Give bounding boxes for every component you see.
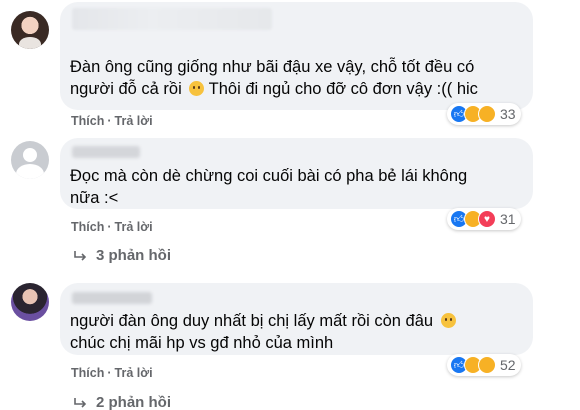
commenter-name-blurred[interactable] <box>72 292 152 304</box>
reply-arrow-icon <box>74 250 87 261</box>
comment-text: Đàn ông cũng giống như bãi đậu xe vậy, c… <box>70 58 478 98</box>
comment-actions: Thích · Trả lời <box>71 366 153 380</box>
reaction-summary[interactable]: 👍︎ 52 <box>447 354 521 376</box>
view-replies-link[interactable]: 3 phản hồi <box>73 247 171 264</box>
comment-text: người đàn ông duy nhất bị chị lấy mất rồ… <box>70 310 521 354</box>
commenter-name-blurred[interactable] <box>72 146 140 158</box>
love-reaction-icon: ♥ <box>478 210 496 228</box>
reply-arrow-icon <box>74 397 87 408</box>
comment-bubble: Đọc mà còn dè chừng coi cuối bài có pha … <box>60 138 533 209</box>
relieved-face-emoji-icon <box>440 313 456 328</box>
like-link[interactable]: Thích <box>71 366 104 380</box>
commenter-avatar[interactable] <box>11 141 49 179</box>
commenter-avatar[interactable] <box>11 11 49 49</box>
comment-bubble: Đàn ông cũng giống như bãi đậu xe vậy, c… <box>60 2 533 110</box>
reaction-count: 31 <box>500 211 516 227</box>
reaction-count: 33 <box>500 106 516 122</box>
comment-actions: Thích · Trả lời <box>71 220 153 234</box>
like-link[interactable]: Thích <box>71 220 104 234</box>
comment-bubble: người đàn ông duy nhất bị chị lấy mất rồ… <box>60 283 533 355</box>
reaction-summary[interactable]: 👍︎ 33 <box>447 103 521 125</box>
sad-face-emoji-icon <box>189 81 205 96</box>
reply-link[interactable]: Trả lời <box>115 220 153 234</box>
wow-reaction-icon <box>478 356 496 374</box>
sad-reaction-icon <box>478 105 496 123</box>
commenter-name-blurred[interactable] <box>72 8 272 30</box>
reply-link[interactable]: Trả lời <box>115 366 153 380</box>
like-link[interactable]: Thích <box>71 114 104 128</box>
commenter-avatar[interactable] <box>11 283 49 321</box>
view-replies-link[interactable]: 2 phản hồi <box>73 394 171 410</box>
reaction-count: 52 <box>500 357 516 373</box>
comment-text: Đọc mà còn dè chừng coi cuối bài có pha … <box>70 167 468 207</box>
comment-actions: Thích · Trả lời <box>71 114 153 128</box>
reaction-summary[interactable]: 👍︎ ♥ 31 <box>447 208 521 230</box>
reply-link[interactable]: Trả lời <box>115 114 153 128</box>
